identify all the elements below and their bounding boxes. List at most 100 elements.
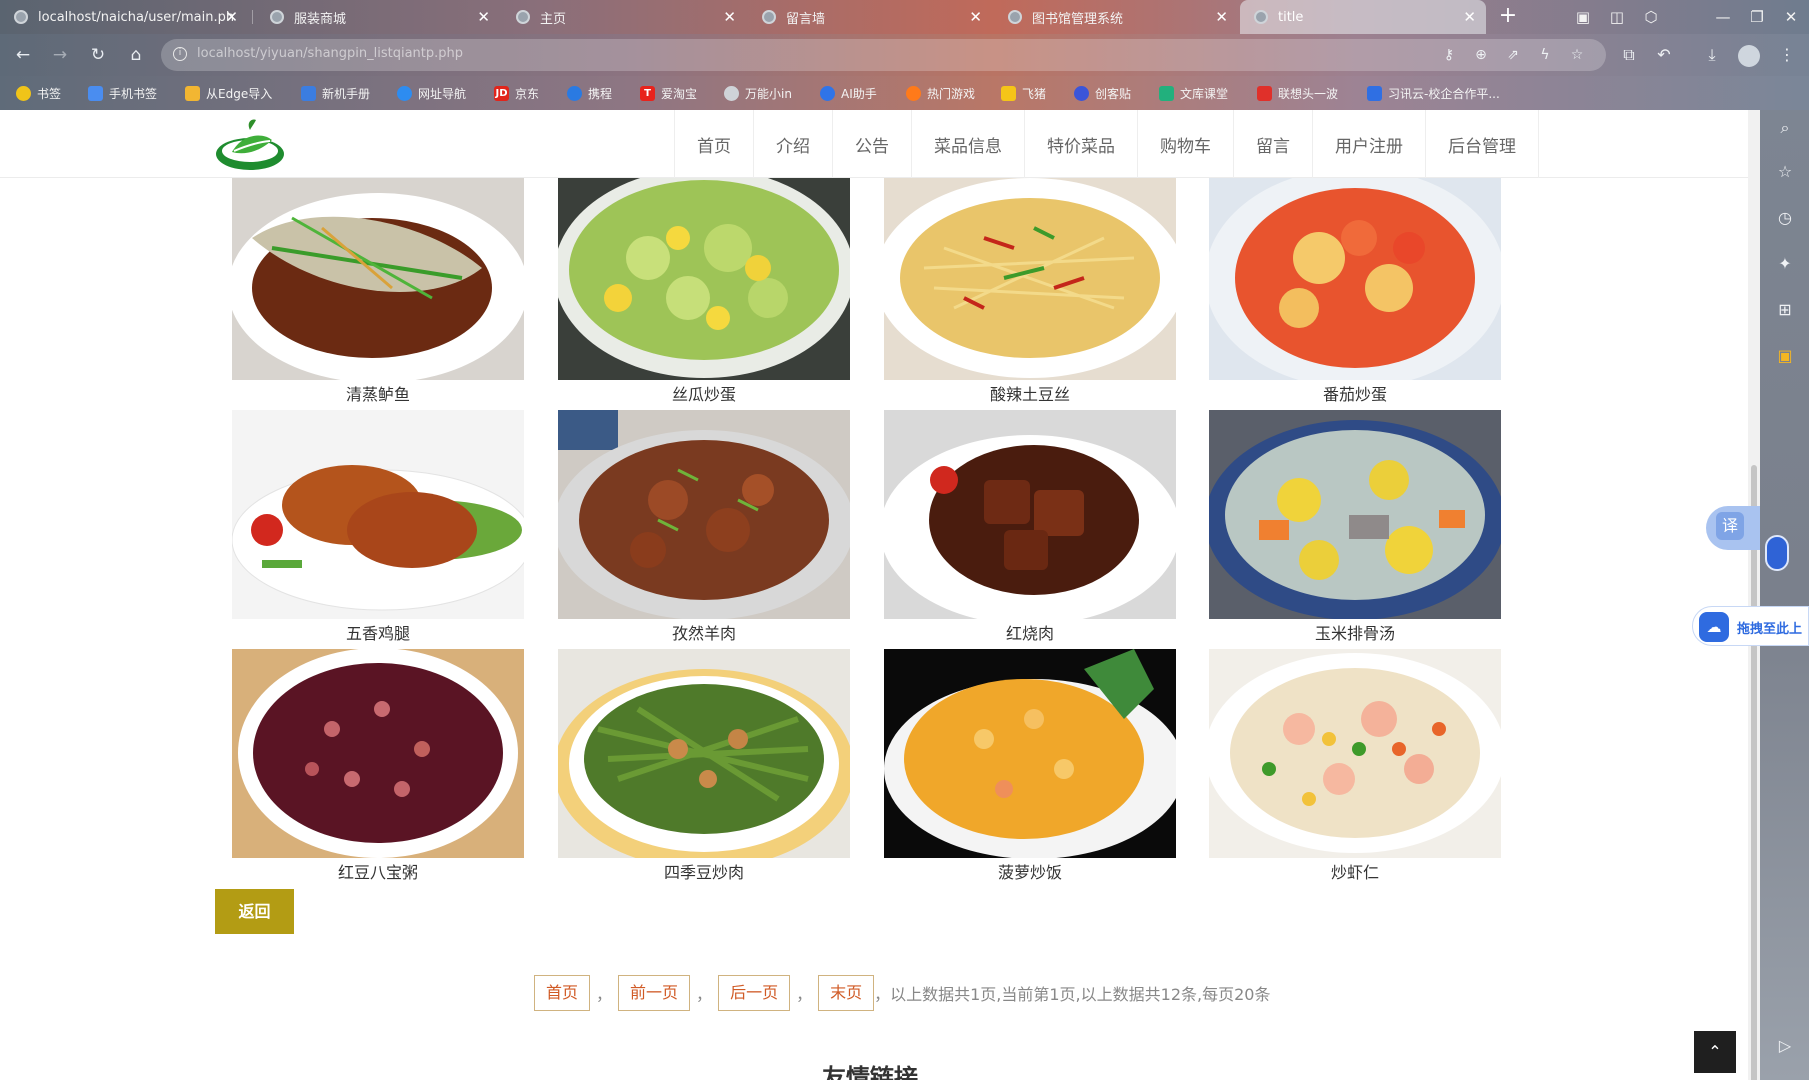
- nav-specials[interactable]: 特价菜品: [1024, 110, 1137, 178]
- product-name[interactable]: 丝瓜炒蛋: [558, 380, 850, 410]
- close-icon[interactable]: ✕: [723, 8, 736, 26]
- product-card[interactable]: 红豆八宝粥: [232, 649, 524, 888]
- bookmark-item[interactable]: 从Edge导入: [185, 84, 272, 102]
- translate-icon[interactable]: 译: [1716, 512, 1744, 540]
- close-icon[interactable]: ✕: [225, 8, 238, 26]
- nav-register[interactable]: 用户注册: [1312, 110, 1425, 178]
- bookmark-item[interactable]: JD 京东: [494, 84, 539, 102]
- product-card[interactable]: 酸辣土豆丝: [884, 178, 1176, 410]
- new-tab-icon[interactable]: +: [1495, 4, 1521, 30]
- back-button[interactable]: 返回: [215, 889, 294, 934]
- product-name[interactable]: 玉米排骨汤: [1209, 619, 1501, 649]
- product-name[interactable]: 红豆八宝粥: [232, 858, 524, 888]
- bookmark-item[interactable]: 习讯云-校企合作平...: [1367, 84, 1500, 102]
- game-controller-icon[interactable]: ⊞: [1775, 300, 1795, 320]
- product-image[interactable]: [232, 178, 524, 380]
- cloud-drop-handle[interactable]: [1765, 535, 1789, 571]
- product-name[interactable]: 菠萝炒饭: [884, 858, 1176, 888]
- product-image[interactable]: [558, 178, 850, 380]
- menu-more-icon[interactable]: ⋮: [1775, 43, 1799, 67]
- product-image[interactable]: [232, 649, 524, 858]
- browser-tab[interactable]: 留言墙 ✕: [748, 0, 992, 34]
- product-name[interactable]: 红烧肉: [884, 619, 1176, 649]
- bookmark-item[interactable]: 联想头一波: [1257, 84, 1338, 102]
- product-image[interactable]: [1209, 649, 1501, 858]
- restore-icon[interactable]: ❐: [1746, 6, 1768, 28]
- extensions-icon[interactable]: ⬡: [1640, 6, 1662, 28]
- browser-tab[interactable]: 主页 ✕: [502, 0, 746, 34]
- close-icon[interactable]: ✕: [477, 8, 490, 26]
- nav-admin[interactable]: 后台管理: [1425, 110, 1539, 178]
- product-card[interactable]: 四季豆炒肉: [558, 649, 850, 888]
- close-window-icon[interactable]: ✕: [1780, 6, 1802, 28]
- site-logo[interactable]: [212, 116, 288, 172]
- forward-arrow-icon[interactable]: →: [48, 43, 72, 67]
- product-card[interactable]: 番茄炒蛋: [1209, 178, 1501, 410]
- history-clock-icon[interactable]: ◷: [1775, 208, 1795, 228]
- undo-icon[interactable]: ↶: [1652, 43, 1676, 67]
- nav-home[interactable]: 首页: [674, 110, 753, 178]
- close-icon[interactable]: ✕: [1463, 8, 1476, 26]
- product-card[interactable]: 菠萝炒饭: [884, 649, 1176, 888]
- product-name[interactable]: 清蒸鲈鱼: [232, 380, 524, 410]
- product-image[interactable]: [1209, 410, 1501, 619]
- bookmark-item[interactable]: AI助手: [820, 84, 877, 102]
- workspaces-icon[interactable]: ◫: [1606, 6, 1628, 28]
- product-name[interactable]: 四季豆炒肉: [558, 858, 850, 888]
- address-input[interactable]: i localhost/yiyuan/shangpin_listqiantp.p…: [161, 39, 1606, 71]
- zoom-icon[interactable]: ⊕: [1471, 45, 1491, 65]
- extensions-puzzle-icon[interactable]: ⧉: [1617, 43, 1641, 67]
- scrollbar-thumb[interactable]: [1751, 465, 1757, 1080]
- browser-tab[interactable]: 图书馆管理系统 ✕: [994, 0, 1238, 34]
- product-image[interactable]: [884, 410, 1176, 619]
- page-first-link[interactable]: 首页: [534, 975, 591, 1011]
- product-name[interactable]: 五香鸡腿: [232, 619, 524, 649]
- nav-dishes[interactable]: 菜品信息: [911, 110, 1024, 178]
- reload-icon[interactable]: ↻: [86, 43, 110, 67]
- toolbox-icon[interactable]: ▣: [1775, 346, 1795, 366]
- nav-notice[interactable]: 公告: [832, 110, 911, 178]
- bookmark-item[interactable]: 携程: [567, 84, 612, 102]
- browser-tab[interactable]: localhost/naicha/user/main.ph ✕: [0, 0, 248, 34]
- bookmark-item[interactable]: 手机书签: [88, 84, 157, 102]
- bookmark-item[interactable]: 热门游戏: [906, 84, 975, 102]
- bookmark-item[interactable]: 文库课堂: [1159, 84, 1228, 102]
- lightning-icon[interactable]: ϟ: [1535, 45, 1555, 65]
- page-prev-link[interactable]: 前一页: [618, 975, 691, 1011]
- minimize-icon[interactable]: —: [1712, 6, 1734, 28]
- product-card[interactable]: 孜然羊肉: [558, 410, 850, 649]
- product-image[interactable]: [558, 410, 850, 619]
- nav-messages[interactable]: 留言: [1233, 110, 1312, 178]
- favorite-star-icon[interactable]: ☆: [1567, 45, 1587, 65]
- nav-intro[interactable]: 介绍: [753, 110, 832, 178]
- bookmark-item[interactable]: 网址导航: [397, 84, 466, 102]
- star-icon[interactable]: ☆: [1775, 162, 1795, 182]
- collapse-sidebar-icon[interactable]: ▷: [1775, 1036, 1795, 1056]
- bookmark-item[interactable]: 创客贴: [1074, 84, 1131, 102]
- close-icon[interactable]: ✕: [1215, 8, 1228, 26]
- home-icon[interactable]: ⌂: [124, 43, 148, 67]
- product-image[interactable]: [884, 649, 1176, 858]
- product-card[interactable]: 五香鸡腿: [232, 410, 524, 649]
- product-card[interactable]: 丝瓜炒蛋: [558, 178, 850, 410]
- translate-widget[interactable]: 译: [1706, 506, 1760, 550]
- product-name[interactable]: 番茄炒蛋: [1209, 380, 1501, 410]
- product-image[interactable]: [232, 410, 524, 619]
- page-scrollbar[interactable]: [1748, 110, 1760, 1080]
- page-last-link[interactable]: 末页: [818, 975, 875, 1011]
- back-to-top-button[interactable]: ⌃: [1694, 1031, 1736, 1073]
- browser-tab-active[interactable]: title ✕: [1240, 0, 1486, 34]
- page-next-link[interactable]: 后一页: [718, 975, 791, 1011]
- bookmark-item[interactable]: T 爱淘宝: [640, 84, 697, 102]
- bookmark-item[interactable]: 新机手册: [301, 84, 370, 102]
- bookmark-item[interactable]: 飞猪: [1001, 84, 1046, 102]
- browser-tab[interactable]: 服装商城 ✕: [256, 0, 500, 34]
- product-image[interactable]: [558, 649, 850, 858]
- download-icon[interactable]: ⤓: [1700, 43, 1724, 67]
- product-image[interactable]: [884, 178, 1176, 380]
- product-card[interactable]: 玉米排骨汤: [1209, 410, 1501, 649]
- product-name[interactable]: 酸辣土豆丝: [884, 380, 1176, 410]
- site-info-icon[interactable]: i: [173, 47, 187, 61]
- product-image[interactable]: [1209, 178, 1501, 380]
- product-card[interactable]: 炒虾仁: [1209, 649, 1501, 888]
